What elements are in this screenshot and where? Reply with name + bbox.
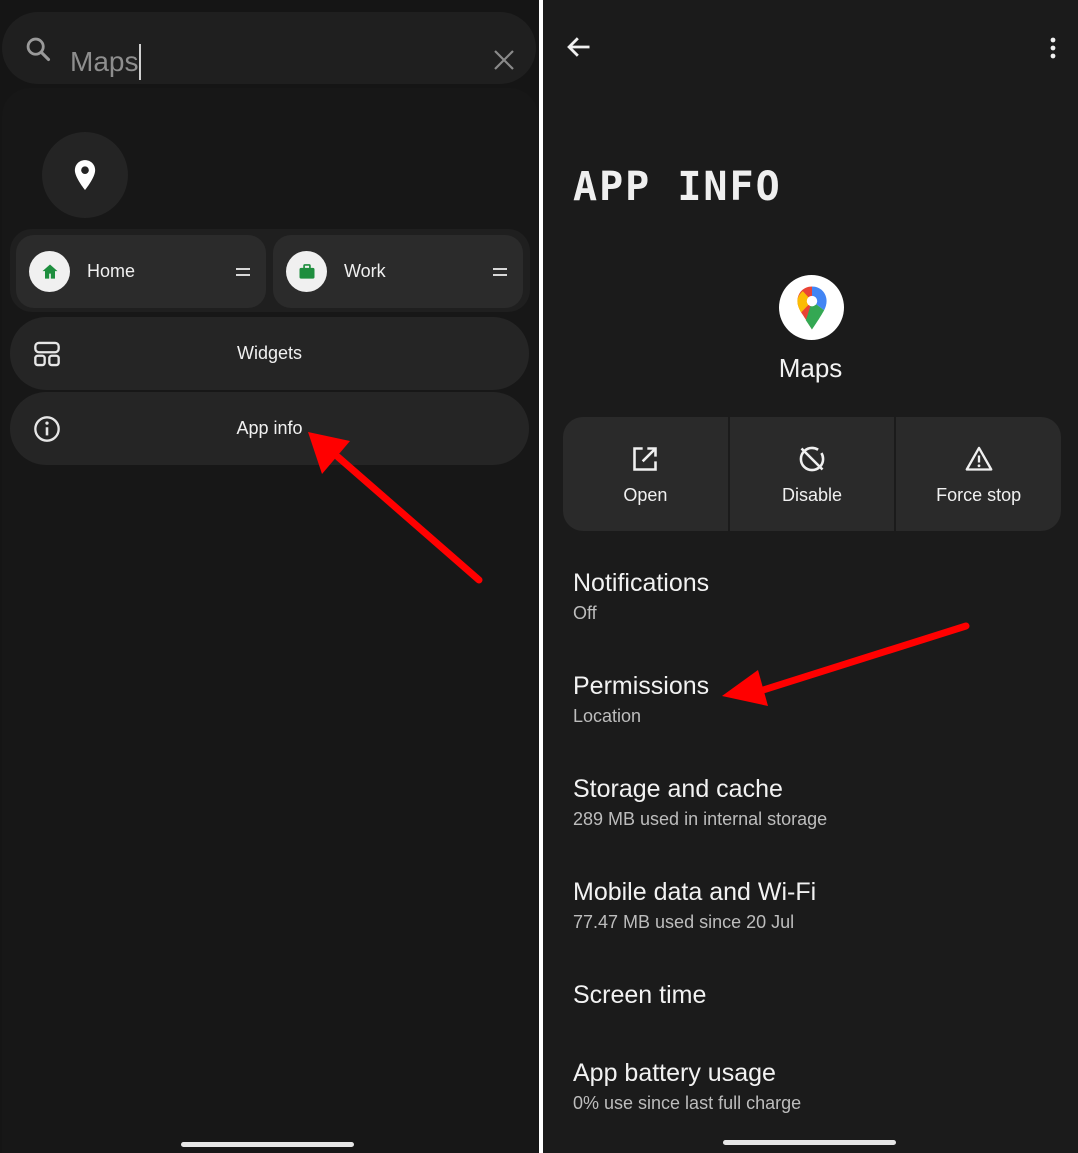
search-input[interactable]: Maps bbox=[70, 44, 142, 80]
setting-storage-and-cache[interactable]: Storage and cache 289 MB used in interna… bbox=[573, 774, 1053, 830]
more-options-icon[interactable] bbox=[1043, 36, 1063, 60]
search-icon bbox=[26, 37, 51, 62]
open-external-icon bbox=[633, 447, 658, 471]
shortcut-label: Work bbox=[344, 261, 386, 281]
setting-app-battery-usage[interactable]: App battery usage 0% use since last full… bbox=[573, 1058, 1053, 1114]
setting-title: Storage and cache bbox=[573, 775, 783, 803]
menu-item-label: Widgets bbox=[236, 343, 303, 363]
action-bar: Open Disable Force stop bbox=[563, 417, 1061, 531]
launcher-panel: Maps Home Work Widgets App info bbox=[0, 0, 539, 1153]
action-label: Force stop bbox=[936, 485, 1022, 505]
briefcase-icon bbox=[286, 251, 327, 292]
text-caret bbox=[139, 44, 142, 80]
action-label: Open bbox=[623, 485, 668, 505]
menu-item-widgets[interactable]: Widgets bbox=[10, 317, 529, 390]
app-info-screen: APP INFO Maps Open Disable Force stop No… bbox=[543, 0, 1078, 1153]
open-button[interactable]: Open bbox=[563, 417, 728, 531]
drag-handle-icon[interactable] bbox=[236, 268, 250, 276]
maps-logo-icon bbox=[779, 275, 844, 340]
setting-title: App battery usage bbox=[573, 1059, 776, 1087]
action-label: Disable bbox=[781, 485, 843, 505]
disable-button[interactable]: Disable bbox=[729, 417, 895, 531]
setting-subtitle: 77.47 MB used since 20 Jul bbox=[573, 912, 795, 932]
search-value: Maps bbox=[70, 46, 139, 77]
disable-icon bbox=[799, 446, 825, 472]
setting-permissions[interactable]: Permissions Location bbox=[573, 671, 1053, 727]
menu-item-app-info[interactable]: App info bbox=[10, 392, 529, 465]
back-arrow-icon[interactable] bbox=[565, 33, 593, 61]
setting-title: Screen time bbox=[573, 981, 707, 1009]
menu-item-label: App info bbox=[236, 418, 303, 438]
shortcut-home[interactable]: Home bbox=[16, 235, 266, 308]
page-title: APP INFO bbox=[573, 164, 782, 210]
shortcut-label: Home bbox=[87, 261, 136, 281]
gesture-nav-handle[interactable] bbox=[181, 1142, 354, 1147]
setting-title: Mobile data and Wi-Fi bbox=[573, 878, 817, 906]
setting-screen-time[interactable]: Screen time bbox=[573, 980, 1053, 1010]
location-pin-icon bbox=[74, 160, 96, 190]
setting-notifications[interactable]: Notifications Off bbox=[573, 568, 1053, 624]
shortcut-work[interactable]: Work bbox=[273, 235, 523, 308]
gesture-nav-handle[interactable] bbox=[723, 1140, 896, 1145]
setting-subtitle: Off bbox=[573, 603, 597, 623]
setting-mobile-data[interactable]: Mobile data and Wi-Fi 77.47 MB used sinc… bbox=[573, 877, 1053, 933]
warning-icon bbox=[965, 446, 993, 471]
home-icon bbox=[29, 251, 70, 292]
setting-subtitle: Location bbox=[573, 706, 642, 726]
close-icon[interactable] bbox=[492, 48, 516, 72]
setting-title: Notifications bbox=[573, 569, 710, 597]
app-name: Maps bbox=[778, 353, 843, 383]
setting-title: Permissions bbox=[573, 672, 710, 700]
drag-handle-icon[interactable] bbox=[493, 268, 507, 276]
setting-subtitle: 0% use since last full charge bbox=[573, 1093, 802, 1113]
app-icon[interactable] bbox=[42, 132, 128, 218]
search-bar[interactable]: Maps bbox=[2, 12, 536, 84]
force-stop-button[interactable]: Force stop bbox=[896, 417, 1061, 531]
setting-subtitle: 289 MB used in internal storage bbox=[573, 809, 828, 829]
